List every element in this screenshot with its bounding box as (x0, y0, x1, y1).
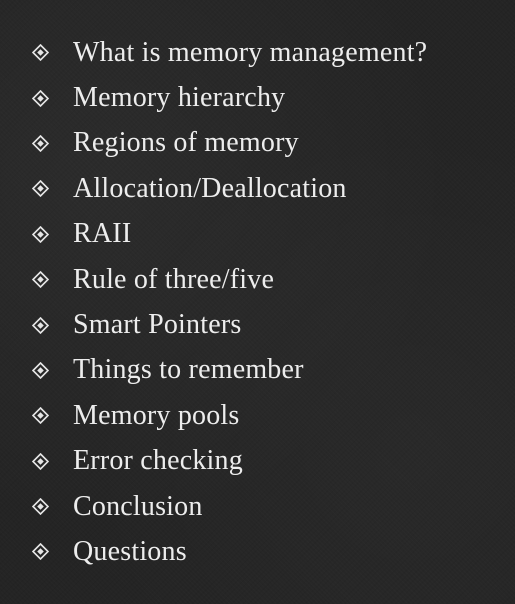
diamond-bullet-icon (32, 361, 49, 379)
diamond-bullet-icon (32, 316, 49, 334)
diamond-bullet-icon (32, 225, 49, 243)
agenda-item-11: Conclusion (32, 484, 507, 529)
diamond-bullet-icon (32, 407, 49, 425)
agenda-list: What is memory management? Memory hierar… (32, 30, 507, 575)
agenda-item-8: Things to remember (32, 348, 507, 393)
agenda-item-9: Memory pools (32, 393, 507, 438)
slide: What is memory management? Memory hierar… (0, 0, 515, 604)
agenda-item-label: RAII (73, 218, 132, 250)
agenda-item-1: What is memory management? (32, 30, 507, 75)
agenda-item-label: Conclusion (73, 490, 203, 522)
diamond-bullet-icon (32, 498, 49, 516)
agenda-item-label: Things to remember (73, 354, 304, 386)
agenda-item-5: RAII (32, 212, 507, 257)
diamond-bullet-icon (32, 271, 49, 289)
agenda-item-3: Regions of memory (32, 121, 507, 166)
diamond-bullet-icon (32, 180, 49, 198)
diamond-bullet-icon (32, 134, 49, 152)
agenda-item-label: What is memory management? (73, 36, 428, 68)
agenda-item-6: Rule of three/five (32, 257, 507, 302)
agenda-item-label: Memory hierarchy (73, 82, 286, 114)
agenda-item-7: Smart Pointers (32, 302, 507, 347)
agenda-item-label: Regions of memory (73, 127, 299, 159)
diamond-bullet-icon (32, 89, 49, 107)
agenda-item-label: Allocation/Deallocation (73, 172, 347, 204)
agenda-item-10: Error checking (32, 439, 507, 484)
agenda-item-label: Memory pools (73, 399, 240, 431)
diamond-bullet-icon (32, 452, 49, 470)
agenda-item-label: Smart Pointers (73, 309, 242, 341)
diamond-bullet-icon (32, 44, 49, 62)
agenda-item-4: Allocation/Deallocation (32, 166, 507, 211)
diamond-bullet-icon (32, 543, 49, 561)
agenda-item-2: Memory hierarchy (32, 75, 507, 120)
agenda-item-label: Rule of three/five (73, 263, 275, 295)
agenda-item-label: Error checking (73, 445, 243, 477)
agenda-item-label: Questions (73, 535, 187, 567)
agenda-item-12: Questions (32, 529, 507, 574)
